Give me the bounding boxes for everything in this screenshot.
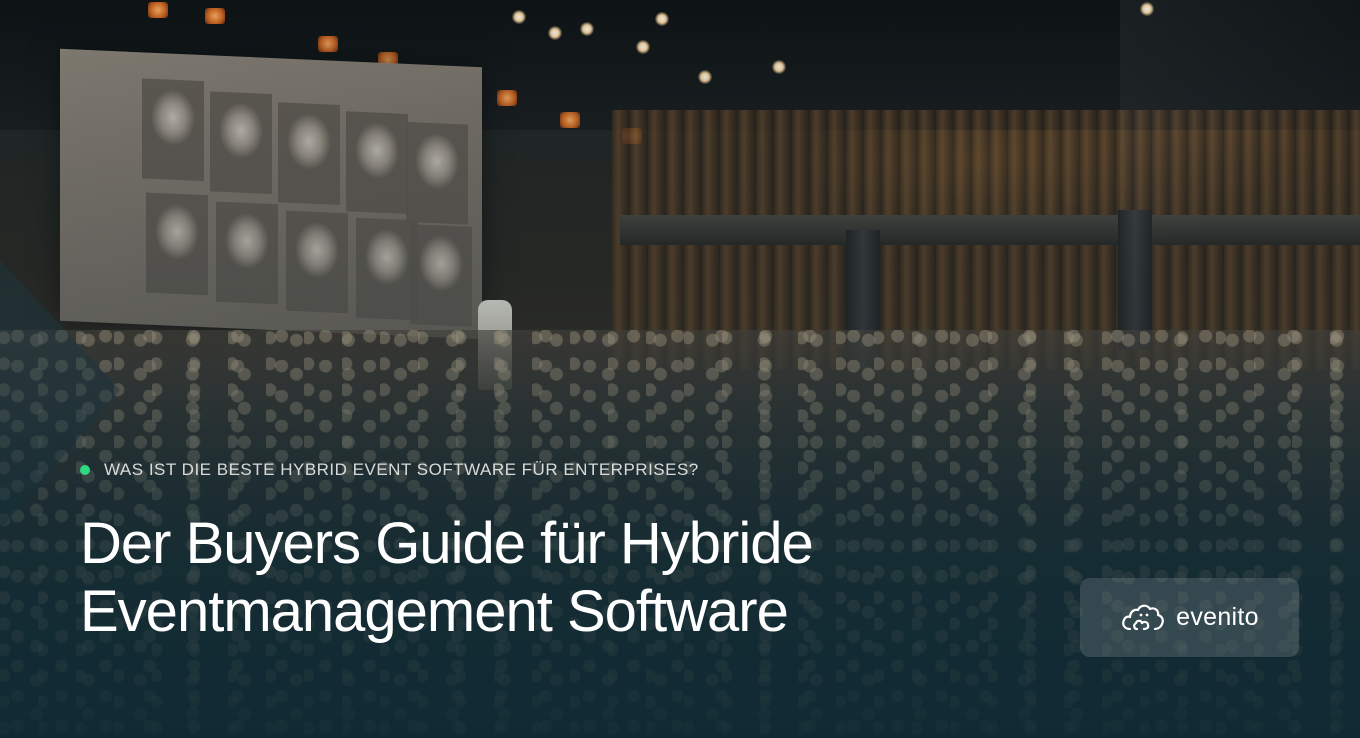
hero-banner: WAS IST DIE BESTE HYBRID EVENT SOFTWARE … <box>0 0 1360 738</box>
eyebrow: WAS IST DIE BESTE HYBRID EVENT SOFTWARE … <box>80 460 980 480</box>
headline-line-1: Der Buyers Guide für Hybride <box>80 511 814 576</box>
evenito-cloud-icon <box>1120 601 1170 635</box>
brand-logo[interactable]: evenito <box>1080 578 1299 657</box>
headline-line-2: Eventmanagement Software <box>80 579 789 645</box>
logo-wordmark: evenito <box>1176 603 1259 631</box>
green-dot-icon <box>80 465 90 475</box>
page-title: Der Buyers Guide für Hybride Eventmanage… <box>80 510 980 647</box>
eyebrow-text: WAS IST DIE BESTE HYBRID EVENT SOFTWARE … <box>104 460 699 479</box>
hero-content: WAS IST DIE BESTE HYBRID EVENT SOFTWARE … <box>80 460 980 647</box>
